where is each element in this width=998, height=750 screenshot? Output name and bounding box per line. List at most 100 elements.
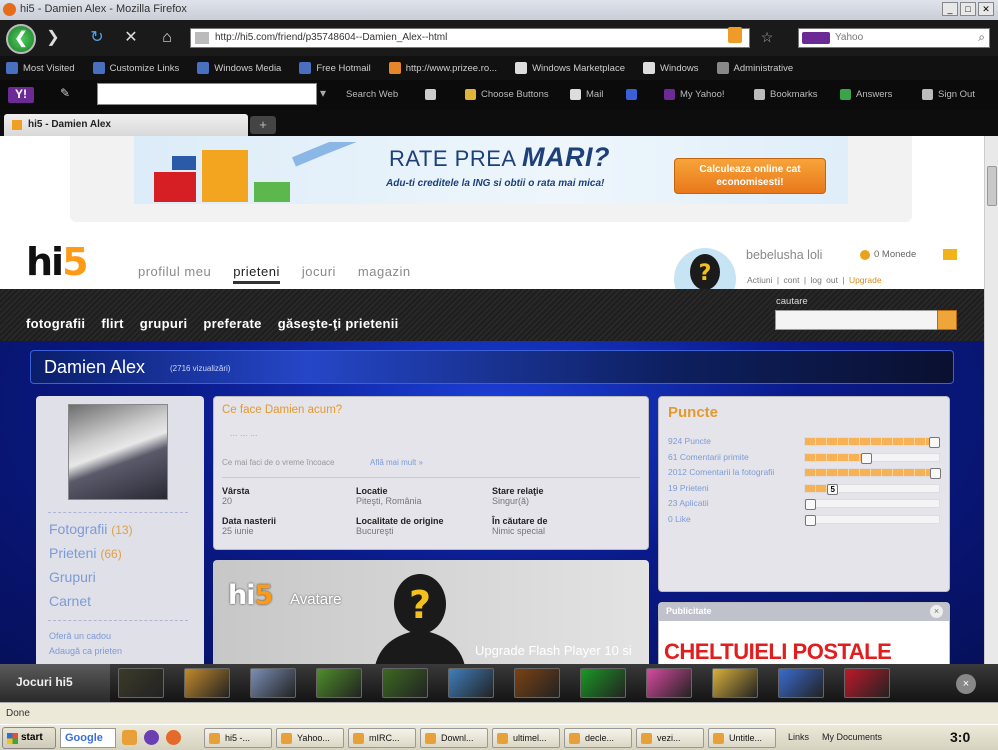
link-adauga-prieten[interactable]: Adaugă ca prieten: [49, 646, 122, 656]
nav-gaseste-prietenii[interactable]: găseşte-ţi prietenii: [278, 316, 399, 331]
search-arrow-icon[interactable]: ▾: [320, 86, 326, 100]
my-documents-toolbar[interactable]: My Documents: [822, 732, 882, 742]
close-icon[interactable]: ×: [956, 674, 976, 694]
magnifier-icon[interactable]: ⌕: [978, 30, 985, 45]
answers-button[interactable]: Answers: [840, 89, 892, 100]
rss-icon[interactable]: [728, 27, 742, 43]
ing-ad[interactable]: RATE PREA MARI? Adu-ti creditele la ING …: [134, 136, 848, 204]
nav-preferate[interactable]: preferate: [203, 316, 261, 331]
quicklaunch-icon[interactable]: [122, 730, 137, 745]
bookmark-item[interactable]: Windows: [642, 62, 699, 74]
nav-prieteni[interactable]: prieteni: [233, 264, 280, 284]
link-grupuri[interactable]: Grupuri: [49, 569, 96, 585]
yahoo-search-input[interactable]: [97, 83, 317, 105]
close-icon[interactable]: ×: [930, 605, 943, 618]
new-tab-button[interactable]: +: [250, 116, 276, 134]
link-ofera-cadou[interactable]: Oferă un cadou: [49, 631, 111, 641]
tab-hi5-damien-alex[interactable]: hi5 - Damien Alex: [4, 114, 248, 136]
game-tile[interactable]: [646, 668, 692, 698]
game-tile[interactable]: [316, 668, 362, 698]
taskbar-task-button[interactable]: decle...: [564, 728, 632, 748]
upgrade-link[interactable]: Upgrade: [849, 275, 882, 285]
search-go-button[interactable]: [937, 310, 957, 330]
game-tile[interactable]: [448, 668, 494, 698]
choose-buttons-button[interactable]: Choose Buttons: [465, 89, 549, 100]
profile-photo[interactable]: [68, 404, 168, 500]
bookmark-item[interactable]: Free Hotmail: [299, 62, 371, 74]
bookmark-star-icon[interactable]: ☆: [754, 24, 780, 50]
shield-icon[interactable]: [425, 89, 441, 100]
nav-magazin[interactable]: magazin: [358, 264, 411, 284]
coins-display[interactable]: 0 Monede: [860, 249, 916, 260]
publicity-ad-headline[interactable]: CHELTUIELI POSTALE: [664, 639, 892, 665]
game-tile[interactable]: [382, 668, 428, 698]
game-tile[interactable]: [250, 668, 296, 698]
points-row[interactable]: 2012 Comentarii la fotografii: [668, 467, 941, 479]
points-row[interactable]: 61 Comentarii primite: [668, 452, 940, 464]
search-engine-box[interactable]: Yahoo ⌕: [798, 28, 990, 48]
points-row[interactable]: 23 Aplicatii: [668, 498, 940, 510]
taskbar-task-button[interactable]: Yahoo...: [276, 728, 344, 748]
points-row[interactable]: 19 Prieteni 5: [668, 483, 940, 495]
close-window-button[interactable]: ✕: [978, 2, 994, 16]
flash-upgrade-text[interactable]: Upgrade Flash Player 10 si: [475, 643, 632, 658]
yahoo-logo-icon[interactable]: Y!: [8, 87, 34, 103]
game-tile[interactable]: [184, 668, 230, 698]
mail-button[interactable]: Mail: [570, 89, 603, 100]
bookmark-item[interactable]: Customize Links: [92, 62, 179, 74]
forward-button[interactable]: ❯: [40, 25, 66, 51]
stop-icon[interactable]: ✕: [118, 25, 144, 51]
points-row[interactable]: 924 Puncte: [668, 436, 941, 448]
taskbar-task-button[interactable]: hi5 -...: [204, 728, 272, 748]
taskbar-task-button[interactable]: vezi...: [636, 728, 704, 748]
links-toolbar[interactable]: Links: [788, 732, 809, 742]
nav-grupuri[interactable]: grupuri: [140, 316, 188, 331]
bookmark-item[interactable]: Windows Media: [197, 62, 281, 74]
game-tile[interactable]: [514, 668, 560, 698]
bookmarks-button[interactable]: Bookmarks: [754, 89, 818, 100]
home-icon[interactable]: ⌂: [154, 25, 180, 51]
taskbar-task-button[interactable]: Downl...: [420, 728, 488, 748]
quicklaunch-icon[interactable]: [144, 730, 159, 745]
game-tile[interactable]: [844, 668, 890, 698]
game-tile[interactable]: [712, 668, 758, 698]
nav-profilul-meu[interactable]: profilul meu: [138, 264, 211, 284]
search-web-button[interactable]: Search Web: [346, 89, 398, 100]
current-username[interactable]: bebelusha loli: [746, 248, 822, 262]
reload-icon[interactable]: ↻: [84, 25, 110, 51]
firefox-quicklaunch-icon[interactable]: [166, 730, 181, 745]
taskbar-task-button[interactable]: ultimel...: [492, 728, 560, 748]
link-prieteni[interactable]: Prieteni (66): [49, 545, 122, 561]
plus-button[interactable]: [626, 89, 642, 100]
games-bar-label[interactable]: Jocuri hi5: [0, 664, 110, 702]
link-carnet[interactable]: Carnet: [49, 593, 91, 609]
hi5-logo[interactable]: hi5: [26, 240, 89, 284]
back-button[interactable]: ❮: [6, 24, 36, 54]
actiuni-link[interactable]: Actiuni: [747, 275, 773, 285]
sign-out-button[interactable]: Sign Out: [922, 89, 975, 100]
bookmark-item[interactable]: Most Visited: [6, 62, 75, 74]
vertical-scrollbar[interactable]: [984, 136, 998, 666]
pencil-icon[interactable]: ✎: [60, 86, 70, 100]
address-bar[interactable]: http://hi5.com/friend/p35748604--Damien_…: [190, 28, 750, 48]
avatar-silhouette[interactable]: ?: [370, 566, 470, 666]
google-toolbar-box[interactable]: Google: [60, 728, 116, 748]
start-button[interactable]: start: [2, 727, 56, 749]
bookmark-item[interactable]: http://www.prizee.ro...: [388, 62, 497, 74]
game-tile[interactable]: [778, 668, 824, 698]
game-tile[interactable]: [580, 668, 626, 698]
maximize-button[interactable]: □: [960, 2, 976, 16]
nav-jocuri[interactable]: jocuri: [302, 264, 336, 284]
more-link[interactable]: Află mai mult »: [370, 458, 423, 467]
game-tile[interactable]: [118, 668, 164, 698]
taskbar-task-button[interactable]: Untitle...: [708, 728, 776, 748]
logout-link[interactable]: log out: [810, 275, 838, 285]
messages-icon[interactable]: [943, 249, 957, 260]
my-yahoo-button[interactable]: My Yahoo!: [664, 89, 725, 100]
bookmark-item[interactable]: Windows Marketplace: [515, 62, 625, 74]
taskbar-task-button[interactable]: mIRC...: [348, 728, 416, 748]
ad-calculate-button[interactable]: Calculeaza online cat economisesti!: [674, 158, 826, 194]
hi5-search-input[interactable]: [775, 310, 939, 330]
link-fotografii[interactable]: Fotografii (13): [49, 521, 133, 537]
bookmark-item[interactable]: Administrative: [716, 62, 793, 74]
